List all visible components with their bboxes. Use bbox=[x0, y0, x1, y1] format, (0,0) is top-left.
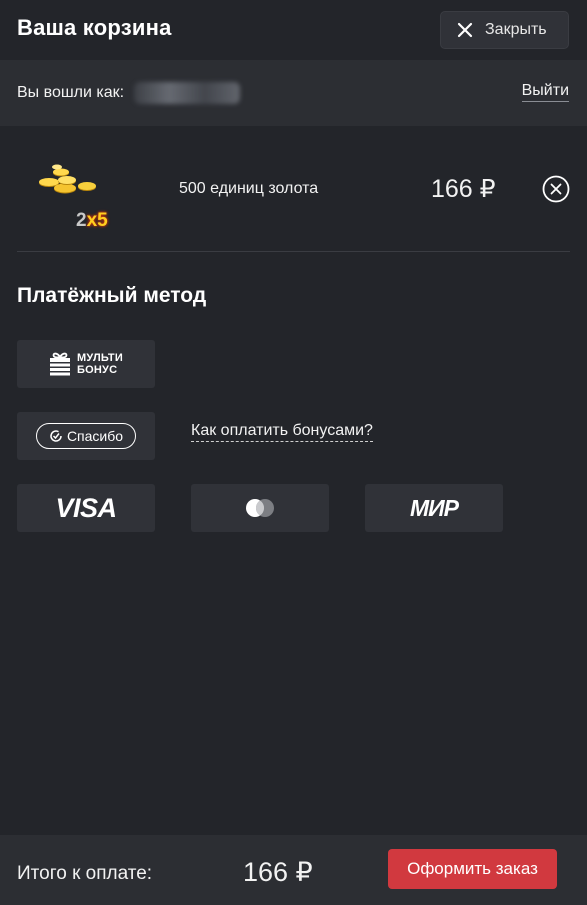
logout-link[interactable]: Выйти bbox=[521, 82, 569, 102]
logged-in-label: Вы вошли как: bbox=[17, 84, 125, 101]
payment-method-title: Платёжный метод bbox=[17, 284, 207, 307]
payment-visa[interactable]: VISA bbox=[17, 484, 155, 532]
spasibo-label: Спасибо bbox=[66, 428, 124, 444]
total-value: 166 ₽ bbox=[243, 857, 313, 887]
cart-item: 2x5 500 единиц золота 166 ₽ bbox=[17, 127, 570, 252]
bonus-help-link[interactable]: Как оплатить бонусами? bbox=[191, 422, 373, 442]
spasibo-logo: Спасибо bbox=[36, 423, 136, 449]
total-label: Итого к оплате: bbox=[17, 863, 153, 884]
user-bar: Вы вошли как: Выйти bbox=[0, 60, 587, 126]
close-icon bbox=[457, 22, 473, 38]
blurred-username bbox=[134, 82, 240, 104]
payment-spasibo[interactable]: Спасибо bbox=[17, 412, 155, 460]
cart-footer: Итого к оплате: 166 ₽ Оформить заказ bbox=[0, 835, 587, 905]
multibonus-logo-text: МУЛЬТИ БОНУС bbox=[77, 352, 123, 376]
item-multiplier-badge: 2x5 bbox=[76, 210, 108, 232]
multiplier-x: x5 bbox=[86, 210, 108, 231]
close-button[interactable]: Закрыть bbox=[440, 11, 569, 49]
cart-page: Ваша корзина Закрыть Вы вошли как: Выйти bbox=[0, 0, 587, 905]
cart-header: Ваша корзина Закрыть bbox=[0, 0, 587, 60]
item-price: 166 ₽ bbox=[431, 175, 496, 203]
visa-logo: VISA bbox=[55, 492, 117, 523]
payment-multibonus[interactable]: МУЛЬТИ БОНУС bbox=[17, 340, 155, 388]
mir-logo: МИР bbox=[409, 494, 459, 521]
multibonus-line1: МУЛЬТИ bbox=[77, 352, 123, 364]
mastercard-icon bbox=[246, 499, 274, 517]
gift-icon bbox=[50, 352, 71, 376]
close-button-label: Закрыть bbox=[485, 21, 547, 38]
multiplier-number: 2 bbox=[76, 210, 87, 231]
gold-coins-icon bbox=[39, 164, 96, 194]
page-title: Ваша корзина bbox=[17, 15, 172, 40]
payment-mastercard[interactable] bbox=[191, 484, 329, 532]
item-name: 500 единиц золота bbox=[179, 180, 319, 197]
check-circle-icon bbox=[50, 430, 62, 442]
remove-item-button[interactable] bbox=[542, 175, 570, 203]
payment-mir[interactable]: МИР bbox=[365, 484, 503, 532]
place-order-button[interactable]: Оформить заказ bbox=[388, 849, 557, 889]
multibonus-line2: БОНУС bbox=[77, 364, 118, 376]
